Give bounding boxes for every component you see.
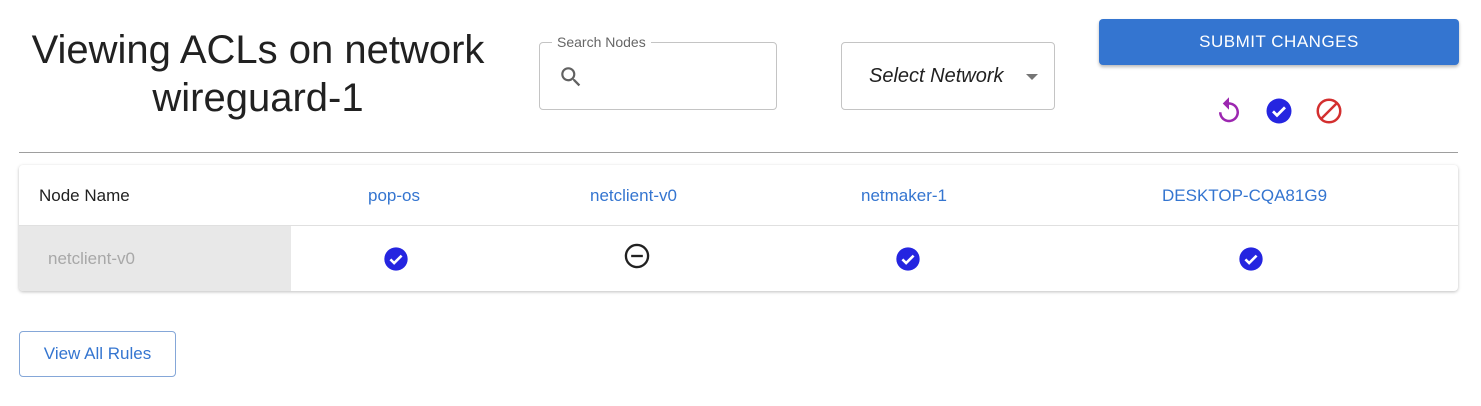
view-all-rules-button[interactable]: View All Rules [19,331,176,377]
acl-allowed-icon[interactable] [894,245,922,273]
submit-changes-button[interactable]: SUBMIT CHANGES [1099,19,1459,65]
column-header-pop-os[interactable]: pop-os [368,186,420,206]
column-header-desktop-cqa81g9[interactable]: DESKTOP-CQA81G9 [1162,186,1327,206]
divider [19,152,1458,153]
reset-icon[interactable] [1214,96,1244,126]
acl-self-icon [623,242,651,270]
search-nodes-field[interactable]: Search Nodes [539,34,777,110]
acl-table: Node Name pop-os netclient-v0 netmaker-1… [19,165,1458,291]
row-header-label: netclient-v0 [48,249,135,268]
deny-all-icon[interactable] [1314,96,1344,126]
search-nodes-label: Search Nodes [552,34,651,50]
column-header-netmaker-1[interactable]: netmaker-1 [861,186,947,206]
network-select-value: Select Network [869,65,1004,87]
acl-allowed-icon[interactable] [382,245,410,273]
page-title: Viewing ACLs on network wireguard-1 [31,28,485,120]
node-name-header: Node Name [39,186,130,205]
column-header-netclient-v0[interactable]: netclient-v0 [590,186,677,206]
allow-all-icon[interactable] [1264,96,1294,126]
search-icon [558,64,584,90]
table-header-row: Node Name pop-os netclient-v0 netmaker-1… [19,165,1458,226]
network-select[interactable]: Select Network [841,42,1055,110]
acl-allowed-icon[interactable] [1237,245,1265,273]
row-header-netclient-v0: netclient-v0 [19,226,291,291]
chevron-down-icon [1026,74,1038,80]
search-input[interactable] [594,57,768,97]
